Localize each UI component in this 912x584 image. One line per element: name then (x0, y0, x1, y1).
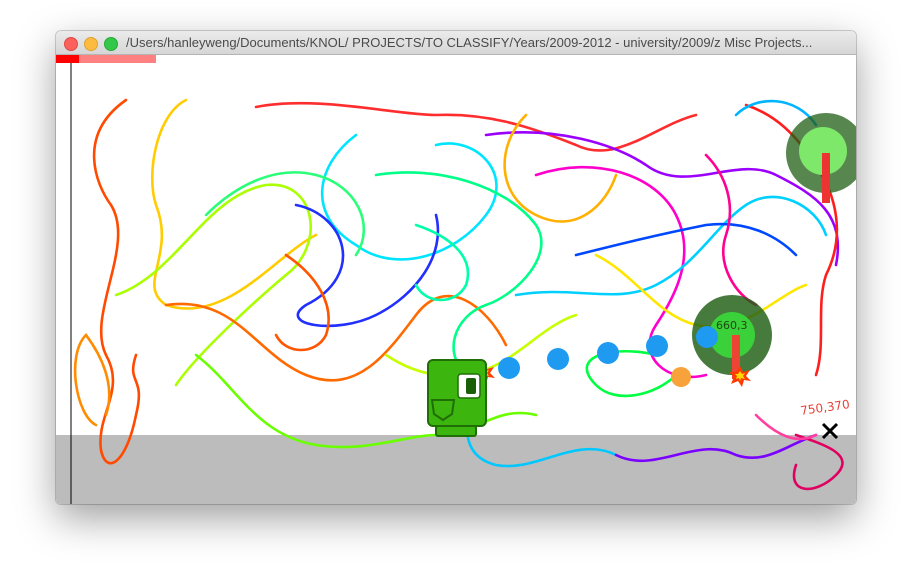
app-window: /Users/hanleyweng/Documents/KNOL/ PROJEC… (56, 31, 856, 504)
ground (56, 435, 856, 504)
title-bar[interactable]: /Users/hanleyweng/Documents/KNOL/ PROJEC… (56, 31, 856, 55)
game-canvas[interactable]: 660,3 750,370 (56, 55, 856, 504)
cursor-coords-label: 750,370 (799, 397, 850, 418)
enemy-turret[interactable] (786, 113, 856, 203)
bullet (498, 357, 520, 379)
bullet (696, 326, 718, 348)
close-window-button[interactable] (64, 37, 78, 51)
window-title: /Users/hanleyweng/Documents/KNOL/ PROJEC… (126, 35, 813, 50)
maximize-window-button[interactable] (104, 37, 118, 51)
bullet (547, 348, 569, 370)
game-scene: 660,3 750,370 (56, 55, 856, 504)
orange-ball (671, 367, 691, 387)
health-bar-fill (56, 55, 79, 63)
enemy-coords-label: 660,3 (716, 319, 748, 332)
player-robot-icon[interactable] (427, 359, 487, 437)
minimize-window-button[interactable] (84, 37, 98, 51)
bullet (646, 335, 668, 357)
bullet (597, 342, 619, 364)
